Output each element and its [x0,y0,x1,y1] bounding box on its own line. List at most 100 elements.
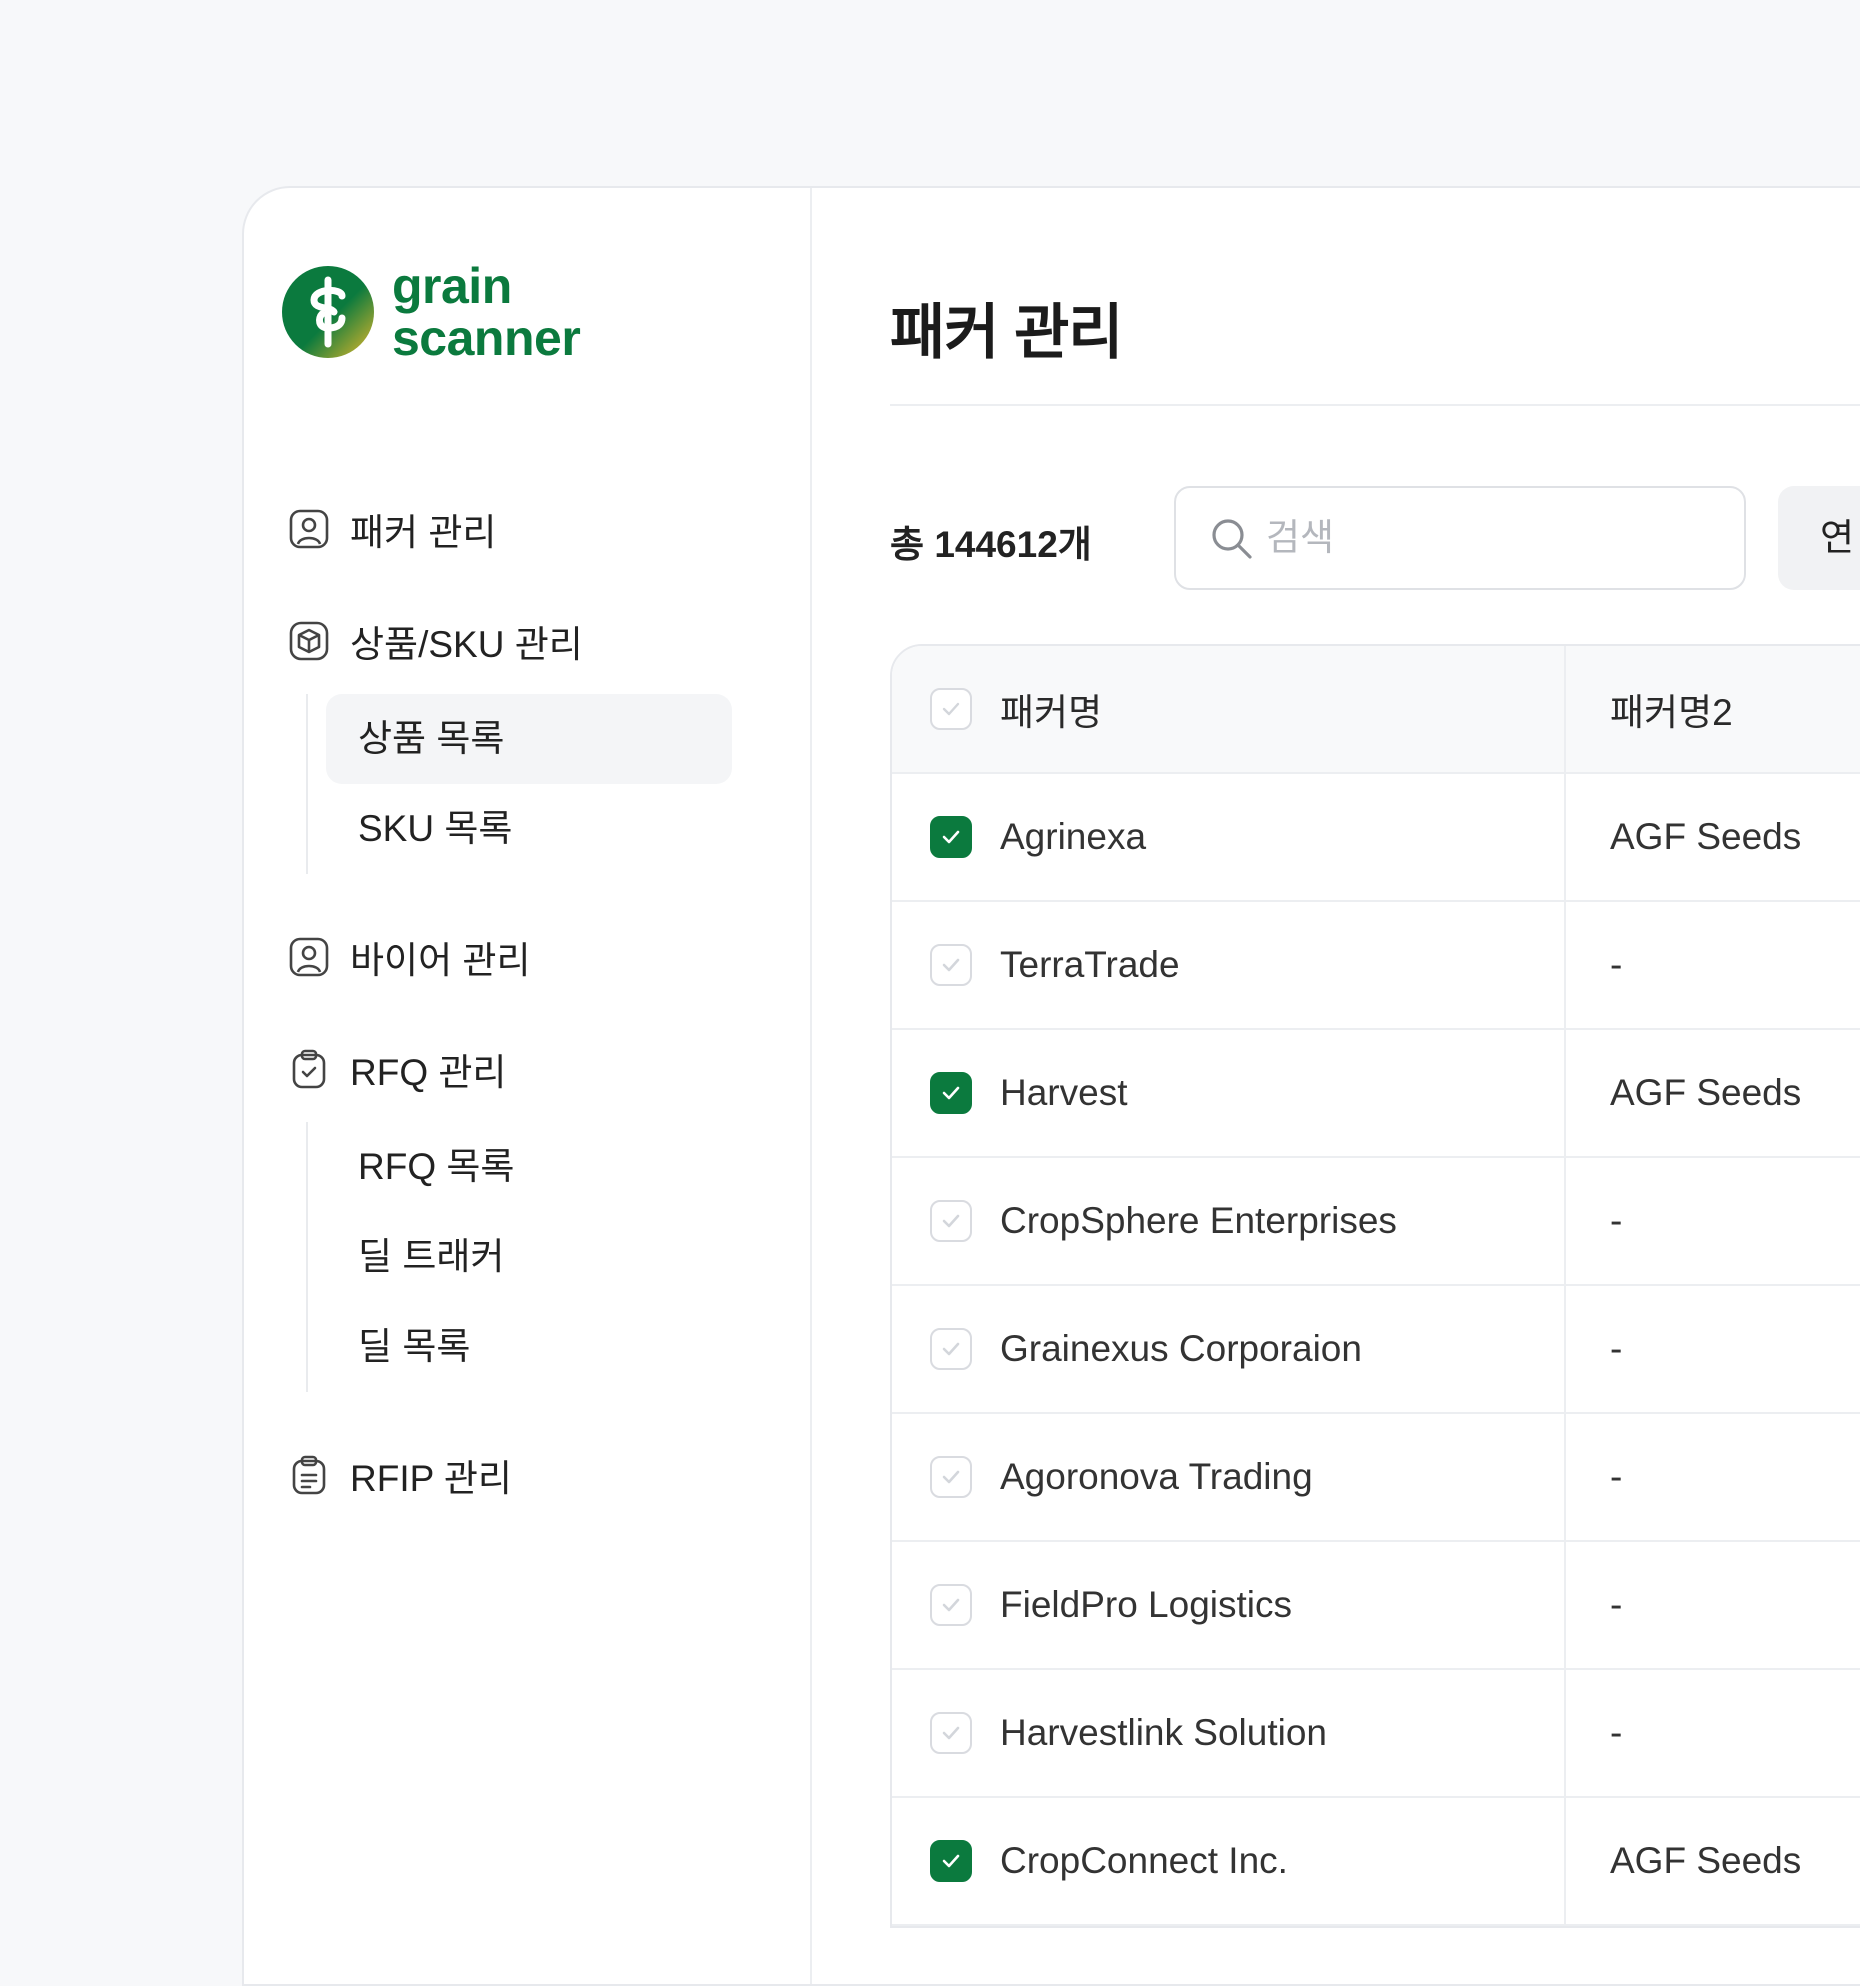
search-box[interactable] [1174,486,1746,590]
sidebar-subitem-sku-list[interactable]: SKU 목록 [326,784,732,874]
sidebar-item-label: 패커 관리 [350,512,497,553]
sidebar-item-buyer[interactable]: 바이어 관리 [288,932,768,982]
packer-name2: AGF Seeds [1610,816,1802,857]
sidebar: grain scanner 패커 관리 상품/SKU 관리 상품 목록 SKU … [244,188,812,1984]
packer-name: FieldPro Logistics [1000,1584,1293,1625]
table-row[interactable]: Grainexus Corporaion - [892,1286,1860,1414]
packer-name2: - [1610,1200,1623,1241]
packer-name: Grainexus Corporaion [1000,1328,1362,1369]
packer-name: Agrinexa [1000,816,1147,857]
cell-packer-name: CropConnect Inc. [892,1798,1566,1924]
packer-name2: - [1610,1456,1623,1497]
sidebar-item-label: 상품/SKU 관리 [350,624,583,665]
table-row[interactable]: Agrinexa AGF Seeds [892,774,1860,902]
packer-name2: AGF Seeds [1610,1072,1802,1113]
table-row[interactable]: TerraTrade - [892,902,1860,1030]
nav-group-rfq: RFQ 관리 RFQ 목록 딜 트래커 딜 목록 [288,1044,768,1392]
check-icon [942,1470,960,1484]
select-all-checkbox[interactable] [930,688,972,730]
packer-name: Harvest [1000,1072,1128,1113]
cell-packer-name: TerraTrade [892,902,1566,1028]
packer-table: 패커명 패커명2 Agrinexa AGF Seeds TerraTrade - Har… [890,644,1860,1928]
row-checkbox[interactable] [930,1456,972,1498]
cell-packer-name2: - [1566,1542,1860,1668]
sidebar-item-rfip[interactable]: RFIP 관리 [288,1450,768,1500]
sidebar-subitem-deal-list[interactable]: 딜 목록 [326,1302,732,1392]
check-icon [942,958,960,972]
clipboard-check-icon [292,1049,326,1089]
sidebar-item-label: RFIP 관리 [350,1458,512,1499]
cell-packer-name: CropSphere Enterprises [892,1158,1566,1284]
box-icon [289,621,329,661]
cell-packer-name: FieldPro Logistics [892,1542,1566,1668]
table-body: Agrinexa AGF Seeds TerraTrade - Harvest AGF S… [892,774,1860,1926]
sidebar-subitem-product-list[interactable]: 상품 목록 [326,694,732,784]
check-icon [942,1854,960,1868]
column-header-name2: 패커명2 [1566,646,1860,772]
packer-name2: - [1610,944,1623,985]
row-checkbox[interactable] [930,1840,972,1882]
cell-packer-name: Grainexus Corporaion [892,1286,1566,1412]
packer-name: CropSphere Enterprises [1000,1200,1397,1241]
packer-name: Agoronova Trading [1000,1456,1313,1497]
sidebar-subitem-rfq-list[interactable]: RFQ 목록 [326,1122,732,1212]
sidebar-item-product-sku[interactable]: 상품/SKU 관리 [288,616,768,666]
packer-name: CropConnect Inc. [1000,1840,1288,1881]
logo-line-1: grain [392,258,512,314]
check-icon [942,830,960,844]
row-checkbox[interactable] [930,1200,972,1242]
column-header-label: 패커명2 [1610,692,1733,733]
check-icon [942,1726,960,1740]
cell-packer-name2: - [1566,1414,1860,1540]
table-row[interactable]: CropSphere Enterprises - [892,1158,1860,1286]
cell-packer-name2: - [1566,1670,1860,1796]
row-checkbox[interactable] [930,1072,972,1114]
table-row[interactable]: CropConnect Inc. AGF Seeds [892,1798,1860,1926]
packer-name2: - [1610,1584,1623,1625]
packer-name2: AGF Seeds [1610,1840,1802,1881]
packer-name2: - [1610,1712,1623,1753]
check-icon [942,1086,960,1100]
check-icon [942,1598,960,1612]
search-input[interactable] [1266,517,1706,559]
app-window: grain scanner 패커 관리 상품/SKU 관리 상품 목록 SKU … [242,186,1860,1986]
total-count: 총 144612개 [890,524,1092,565]
table-row[interactable]: Agoronova Trading - [892,1414,1860,1542]
packer-name2: - [1610,1328,1623,1369]
sidebar-subitem-deal-tracker[interactable]: 딜 트래커 [326,1212,732,1302]
check-icon [942,1342,960,1356]
cell-packer-name2: AGF Seeds [1566,774,1860,900]
row-checkbox[interactable] [930,1584,972,1626]
submenu-rfq: RFQ 목록 딜 트래커 딜 목록 [306,1122,768,1392]
cell-packer-name2: - [1566,1286,1860,1412]
table-row[interactable]: FieldPro Logistics - [892,1542,1860,1670]
page-title: 패커 관리 [890,299,1123,366]
logo[interactable]: grain scanner [282,258,581,366]
packer-name: Harvestlink Solution [1000,1712,1327,1753]
column-header-name: 패커명 [892,646,1566,772]
row-checkbox[interactable] [930,1712,972,1754]
row-checkbox[interactable] [930,944,972,986]
sidebar-nav: 패커 관리 상품/SKU 관리 상품 목록 SKU 목록 바이어 관리 RFQ … [288,504,768,1562]
clipboard-list-icon [292,1455,326,1495]
nav-group-buyer: 바이어 관리 [288,932,768,982]
row-checkbox[interactable] [930,1328,972,1370]
cell-packer-name: Agrinexa [892,774,1566,900]
toolbar-button[interactable]: 연 [1778,486,1860,590]
search-icon [1212,519,1252,559]
nav-group-rfip: RFIP 관리 [288,1450,768,1500]
table-row[interactable]: Harvestlink Solution - [892,1670,1860,1798]
cell-packer-name2: AGF Seeds [1566,1798,1860,1924]
row-checkbox[interactable] [930,816,972,858]
cell-packer-name2: - [1566,902,1860,1028]
table-row[interactable]: Harvest AGF Seeds [892,1030,1860,1158]
title-divider [890,404,1860,406]
sidebar-item-packer[interactable]: 패커 관리 [288,504,768,554]
cell-packer-name2: AGF Seeds [1566,1030,1860,1156]
logo-line-2: scanner [392,310,581,366]
user-icon [289,937,329,977]
sidebar-item-label: 바이어 관리 [350,940,531,981]
column-header-label: 패커명 [1000,692,1103,733]
sidebar-item-rfq[interactable]: RFQ 관리 [288,1044,768,1094]
cell-packer-name2: - [1566,1158,1860,1284]
